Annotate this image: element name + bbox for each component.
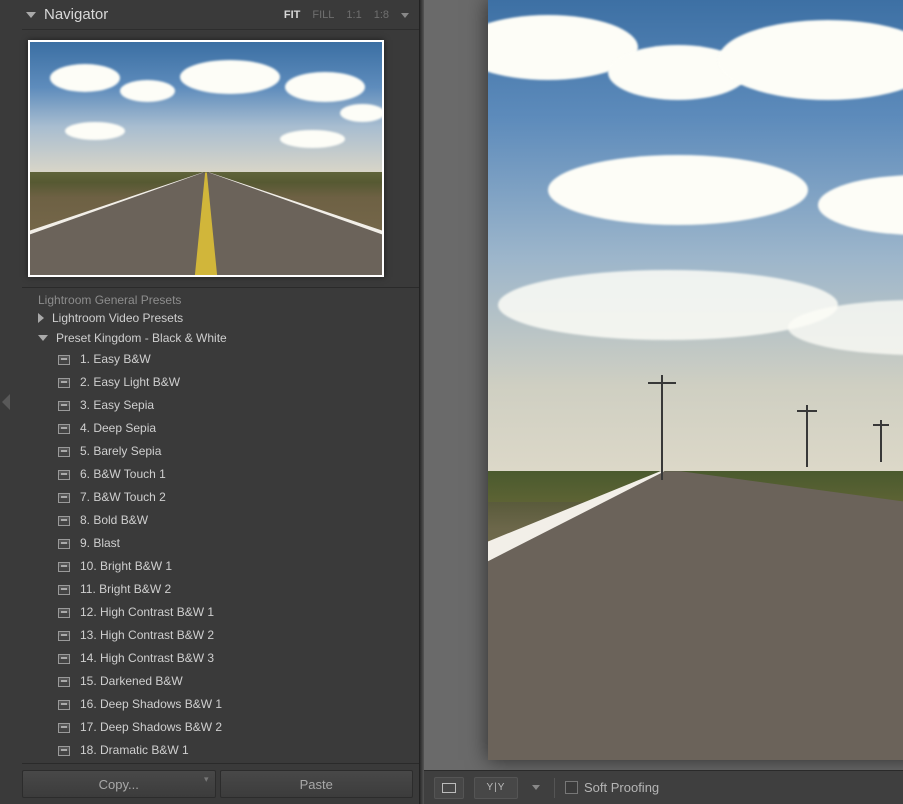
paste-button[interactable]: Paste [220, 770, 414, 798]
preset-icon [58, 516, 70, 526]
preset-icon [58, 401, 70, 411]
preset-label: 17. Deep Shadows B&W 2 [80, 719, 222, 736]
preset-label: 1. Easy B&W [80, 351, 151, 368]
preset-item[interactable]: 8. Bold B&W [22, 509, 419, 532]
dropdown-tick-icon: ▾ [204, 774, 209, 785]
preset-icon [58, 746, 70, 756]
preset-item[interactable]: 13. High Contrast B&W 2 [22, 624, 419, 647]
preset-icon [58, 631, 70, 641]
preset-label: 18. Dramatic B&W 1 [80, 742, 189, 759]
disclosure-triangle-icon [38, 335, 48, 341]
preset-label: 6. B&W Touch 1 [80, 466, 166, 483]
preset-item[interactable]: 6. B&W Touch 1 [22, 463, 419, 486]
preset-icon [58, 562, 70, 572]
preset-item[interactable]: 14. High Contrast B&W 3 [22, 647, 419, 670]
zoom-1-8[interactable]: 1:8 [374, 9, 389, 21]
preset-item[interactable]: 18. Dramatic B&W 1 [22, 739, 419, 762]
preset-item[interactable]: 3. Easy Sepia [22, 394, 419, 417]
preset-folder-video[interactable]: Lightroom Video Presets [22, 308, 419, 328]
preset-label: 16. Deep Shadows B&W 1 [80, 696, 222, 713]
preset-label: 10. Bright B&W 1 [80, 558, 172, 575]
preset-icon [58, 470, 70, 480]
navigator-thumbnail[interactable] [28, 40, 384, 277]
preset-item[interactable]: 2. Easy Light B&W [22, 371, 419, 394]
soft-proofing-label: Soft Proofing [584, 780, 659, 795]
preset-label: 12. High Contrast B&W 1 [80, 604, 214, 621]
disclosure-triangle-icon[interactable] [26, 12, 36, 18]
navigator-header: Navigator FIT FILL 1:1 1:8 [22, 0, 419, 30]
preset-label: 13. High Contrast B&W 2 [80, 627, 214, 644]
copy-button[interactable]: Copy... ▾ [22, 770, 216, 798]
compare-dropdown-icon[interactable] [528, 777, 544, 799]
preset-item[interactable]: 17. Deep Shadows B&W 2 [22, 716, 419, 739]
preset-icon [58, 447, 70, 457]
preset-label: 3. Easy Sepia [80, 397, 154, 414]
checkbox-icon [565, 781, 578, 794]
preset-icon [58, 608, 70, 618]
preset-label: 7. B&W Touch 2 [80, 489, 166, 506]
preset-item[interactable]: 11. Bright B&W 2 [22, 578, 419, 601]
folder-label: Preset Kingdom - Black & White [56, 331, 227, 345]
preset-item[interactable]: 19. Dramatic B&W 2 [22, 762, 419, 763]
viewer-toolbar: Y|Y Soft Proofing [424, 770, 903, 804]
loupe-view-button[interactable] [434, 777, 464, 799]
copy-paste-bar: Copy... ▾ Paste [22, 763, 419, 804]
zoom-dropdown-icon[interactable] [401, 13, 409, 18]
preset-item[interactable]: 10. Bright B&W 1 [22, 555, 419, 578]
preset-icon [58, 585, 70, 595]
preset-label: 2. Easy Light B&W [80, 374, 180, 391]
preset-item[interactable]: 12. High Contrast B&W 1 [22, 601, 419, 624]
zoom-1-1[interactable]: 1:1 [346, 9, 361, 21]
preset-label: 8. Bold B&W [80, 512, 148, 529]
folder-label: Lightroom Video Presets [52, 311, 183, 325]
zoom-fill[interactable]: FILL [312, 9, 334, 21]
preset-folder-kingdom[interactable]: Preset Kingdom - Black & White [22, 328, 419, 348]
preset-item[interactable]: 16. Deep Shadows B&W 1 [22, 693, 419, 716]
navigator-zoom-controls: FIT FILL 1:1 1:8 [284, 9, 409, 21]
preset-item[interactable]: 1. Easy B&W [22, 348, 419, 371]
preset-icon [58, 723, 70, 733]
preset-icon [58, 424, 70, 434]
preset-icon [58, 539, 70, 549]
panel-collapse-arrow-icon[interactable] [2, 394, 10, 410]
navigator-title: Navigator [44, 6, 284, 23]
preset-icon [58, 677, 70, 687]
preset-icon [58, 493, 70, 503]
preset-icon [58, 654, 70, 664]
preset-label: 14. High Contrast B&W 3 [80, 650, 214, 667]
preset-label: 15. Darkened B&W [80, 673, 183, 690]
before-after-button[interactable]: Y|Y [474, 777, 518, 799]
main-viewer: Y|Y Soft Proofing [424, 0, 903, 804]
preset-item[interactable]: 5. Barely Sepia [22, 440, 419, 463]
preset-icon [58, 700, 70, 710]
preset-item[interactable]: 4. Deep Sepia [22, 417, 419, 440]
preset-icon [58, 355, 70, 365]
button-label: Paste [300, 777, 333, 792]
preset-label: 5. Barely Sepia [80, 443, 161, 460]
soft-proofing-toggle[interactable]: Soft Proofing [565, 780, 659, 795]
disclosure-triangle-icon [38, 313, 44, 323]
preset-label: 4. Deep Sepia [80, 420, 156, 437]
image-canvas[interactable] [424, 0, 903, 770]
preset-item[interactable]: 7. B&W Touch 2 [22, 486, 419, 509]
preset-item[interactable]: 15. Darkened B&W [22, 670, 419, 693]
button-label: Copy... [99, 777, 139, 792]
presets-panel: Lightroom General Presets Lightroom Vide… [22, 287, 419, 763]
preset-folder-general[interactable]: Lightroom General Presets [22, 292, 419, 308]
left-panel: Navigator FIT FILL 1:1 1:8 [0, 0, 420, 804]
preset-icon [58, 378, 70, 388]
preset-item[interactable]: 9. Blast [22, 532, 419, 555]
zoom-fit[interactable]: FIT [284, 9, 301, 21]
preset-label: 9. Blast [80, 535, 120, 552]
preset-label: 11. Bright B&W 2 [80, 581, 171, 598]
folder-label: Lightroom General Presets [38, 293, 181, 307]
